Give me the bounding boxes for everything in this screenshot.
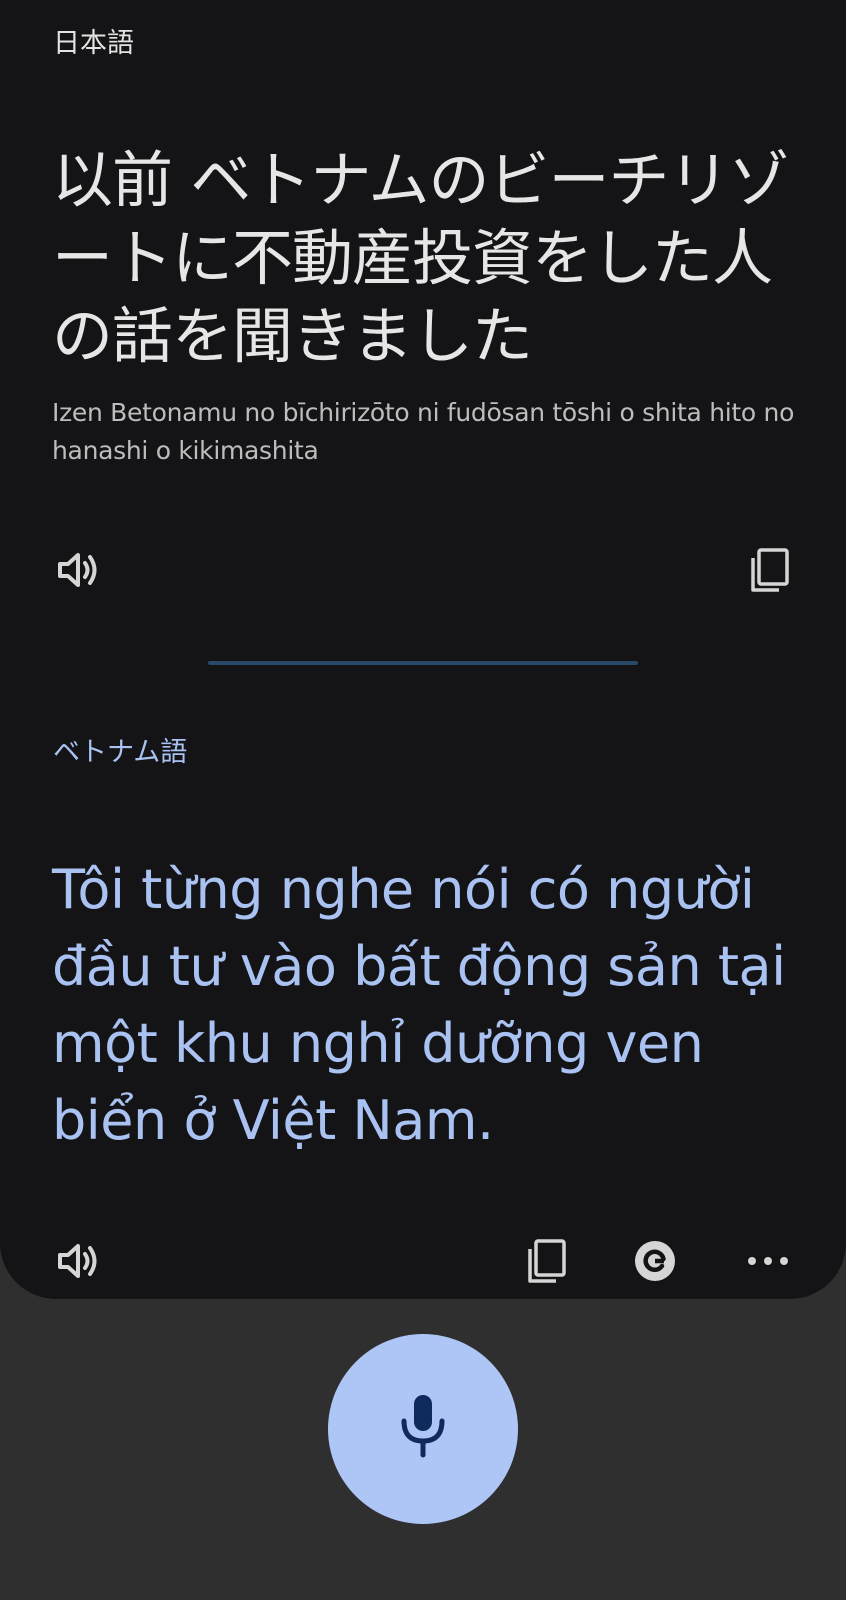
- more-icon: [744, 1237, 792, 1285]
- source-copy-button[interactable]: [741, 542, 797, 598]
- copy-icon: [745, 546, 793, 594]
- source-language-label: 日本語: [53, 28, 134, 59]
- source-speak-button[interactable]: [50, 542, 106, 598]
- google-icon: [631, 1237, 679, 1285]
- translation-card: 日本語 以前 ベトナムのビーチリゾートに不動産投資をした人の話を聞きました Iz…: [0, 0, 846, 1299]
- target-language-label: ベトナム語: [53, 737, 188, 768]
- translation-text: Tôi từng nghe nói có người đầu tư vào bấ…: [52, 858, 786, 1152]
- more-options-button[interactable]: [740, 1233, 796, 1289]
- google-search-button[interactable]: [627, 1233, 683, 1289]
- mic-button[interactable]: [328, 1334, 518, 1524]
- mic-icon: [395, 1391, 451, 1467]
- target-copy-button[interactable]: [518, 1233, 574, 1289]
- source-text: 以前 ベトナムのビーチリゾートに不動産投資をした人の話を聞きました: [52, 145, 790, 372]
- speaker-icon: [54, 1237, 102, 1285]
- divider: [208, 661, 638, 665]
- source-romanization: Izen Betonamu no bīchirizōto ni fudōsan …: [52, 398, 795, 465]
- copy-icon: [522, 1237, 570, 1285]
- speaker-icon: [54, 546, 102, 594]
- target-speak-button[interactable]: [50, 1233, 106, 1289]
